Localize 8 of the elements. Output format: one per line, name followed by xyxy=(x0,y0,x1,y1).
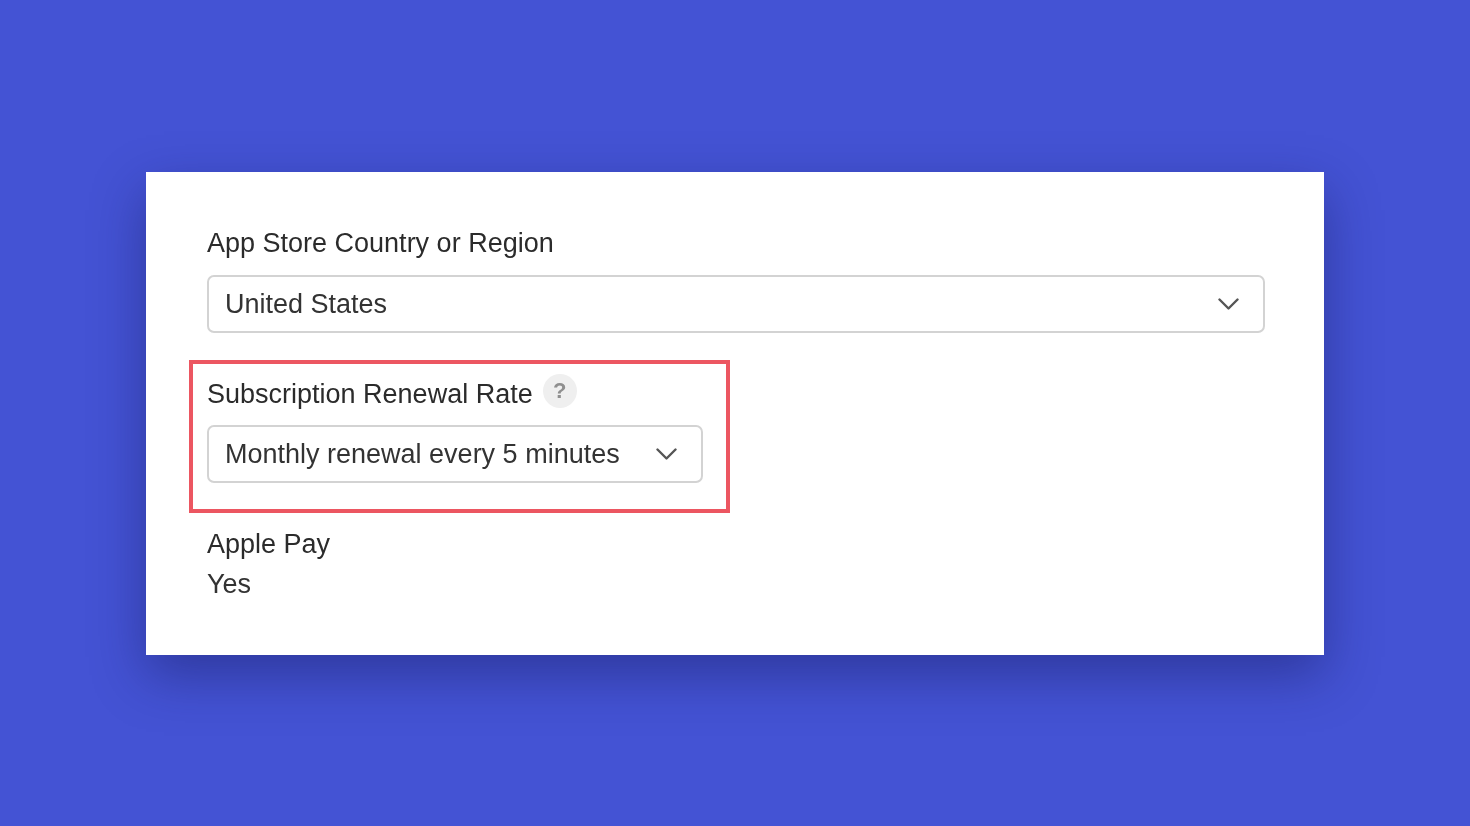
dropdown[interactable]: Monthly renewal every 5 minutes xyxy=(207,425,703,483)
field-label: Subscription Renewal Rate xyxy=(207,378,533,410)
field-label: Apple Pay xyxy=(207,528,331,560)
chevron-down-icon xyxy=(655,448,677,460)
chevron-down-icon xyxy=(1218,298,1239,310)
dropdown[interactable]: United States xyxy=(207,275,1265,333)
field-label: App Store Country or Region xyxy=(207,227,554,259)
field-value: Yes xyxy=(207,568,252,600)
